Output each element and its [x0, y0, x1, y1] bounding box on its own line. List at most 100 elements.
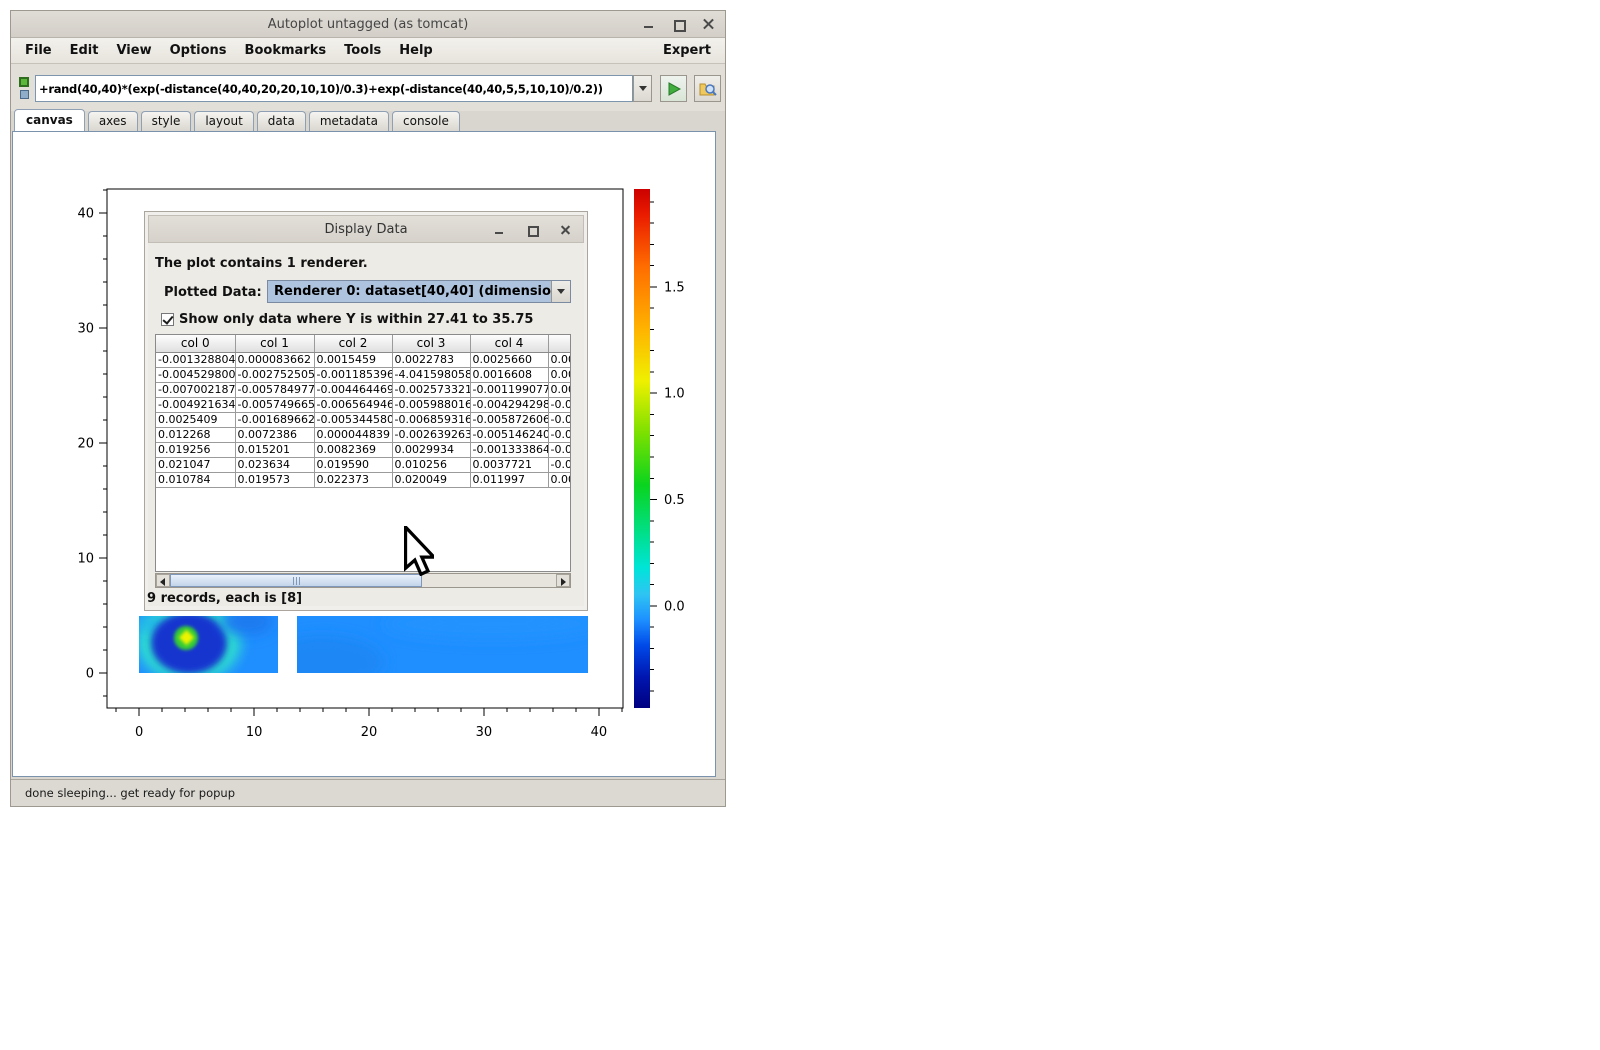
plotted-data-combobox[interactable]: Renderer 0: dataset[40,40] (dimension...: [267, 280, 571, 303]
column-header[interactable]: col 0: [156, 335, 235, 352]
go-button[interactable]: [660, 75, 687, 102]
table-cell[interactable]: 0.010784: [156, 472, 235, 487]
table-row[interactable]: -0.004921634...-0.005749665...-0.0065649…: [156, 397, 571, 412]
inspect-uri-button[interactable]: [694, 75, 721, 102]
menu-file[interactable]: File: [16, 40, 61, 61]
table-cell[interactable]: 0.0037721: [470, 457, 548, 472]
table-cell[interactable]: 0.0029934: [392, 442, 470, 457]
table-cell[interactable]: -0.005344580...: [314, 412, 392, 427]
table-cell[interactable]: -0.0: [548, 397, 571, 412]
table-cell[interactable]: -0.001328804...: [156, 352, 235, 367]
table-cell[interactable]: -0.001689662...: [235, 412, 314, 427]
dialog-minimize-button[interactable]: [494, 225, 505, 236]
table-cell[interactable]: -0.005784977...: [235, 382, 314, 397]
table-row[interactable]: -0.004529800...-0.002752505...-0.0011853…: [156, 367, 571, 382]
table-cell[interactable]: -0.005988016...: [392, 397, 470, 412]
table-cell[interactable]: -0.002752505...: [235, 367, 314, 382]
table-cell[interactable]: -0.004529800...: [156, 367, 235, 382]
table-cell[interactable]: 0.0022783: [392, 352, 470, 367]
menu-view[interactable]: View: [107, 40, 160, 61]
table-cell[interactable]: -0.0: [548, 412, 571, 427]
menu-help[interactable]: Help: [390, 40, 441, 61]
tab-canvas[interactable]: canvas: [14, 109, 85, 131]
table-row[interactable]: -0.001328804...0.0000836620.00154590.002…: [156, 352, 571, 367]
column-header[interactable]: col 2: [314, 335, 392, 352]
tab-style[interactable]: style: [141, 111, 192, 131]
table-cell[interactable]: -0.0: [548, 427, 571, 442]
table-cell[interactable]: -0.007002187...: [156, 382, 235, 397]
table-cell[interactable]: 0.023634: [235, 457, 314, 472]
table-cell[interactable]: 0.019590: [314, 457, 392, 472]
table-cell[interactable]: -0.001185396...: [314, 367, 392, 382]
scrollbar-thumb[interactable]: [170, 574, 422, 587]
table-row[interactable]: 0.0025409-0.001689662...-0.005344580...-…: [156, 412, 571, 427]
table-row[interactable]: -0.007002187...-0.005784977...-0.0044644…: [156, 382, 571, 397]
table-cell[interactable]: -0.006564946...: [314, 397, 392, 412]
horizontal-scrollbar[interactable]: [155, 573, 571, 588]
tab-console[interactable]: console: [392, 111, 460, 131]
table-cell[interactable]: 0.0072386: [235, 427, 314, 442]
table-cell[interactable]: -0.0: [548, 442, 571, 457]
table-row[interactable]: 0.0210470.0236340.0195900.0102560.003772…: [156, 457, 571, 472]
table-row[interactable]: 0.0192560.0152010.00823690.0029934-0.001…: [156, 442, 571, 457]
table-cell[interactable]: 0.000044839: [314, 427, 392, 442]
menu-options[interactable]: Options: [161, 40, 236, 61]
table-cell[interactable]: -0.001199077...: [470, 382, 548, 397]
table-cell[interactable]: 0.0015459: [314, 352, 392, 367]
table-row[interactable]: 0.0122680.00723860.000044839-0.002639263…: [156, 427, 571, 442]
table-cell[interactable]: -0.005146240...: [470, 427, 548, 442]
column-header[interactable]: [548, 335, 571, 352]
column-header[interactable]: col 3: [392, 335, 470, 352]
uri-input[interactable]: [35, 75, 633, 102]
table-cell[interactable]: -0.005749665...: [235, 397, 314, 412]
window-maximize-button[interactable]: [672, 18, 685, 31]
table-cell[interactable]: 0.011997: [470, 472, 548, 487]
table-cell[interactable]: -0.001333864...: [470, 442, 548, 457]
combo-arrow-button[interactable]: [551, 281, 570, 302]
table-cell[interactable]: 0.0025660: [470, 352, 548, 367]
table-cell[interactable]: 0.0082369: [314, 442, 392, 457]
uri-dropdown-button[interactable]: [633, 75, 652, 102]
scroll-right-button[interactable]: [556, 574, 570, 587]
table-cell[interactable]: 0.00: [548, 382, 571, 397]
scroll-left-button[interactable]: [156, 574, 170, 587]
table-cell[interactable]: 0.010256: [392, 457, 470, 472]
tab-data[interactable]: data: [257, 111, 306, 131]
table-cell[interactable]: 0.0016608: [470, 367, 548, 382]
table-cell[interactable]: 0.000083662: [235, 352, 314, 367]
table-cell[interactable]: -0.004294298...: [470, 397, 548, 412]
tab-axes[interactable]: axes: [88, 111, 138, 131]
table-cell[interactable]: 0.019573: [235, 472, 314, 487]
table-cell[interactable]: -0.005872606...: [470, 412, 548, 427]
scrollbar-track[interactable]: [170, 574, 556, 587]
table-cell[interactable]: -4.041598058...: [392, 367, 470, 382]
table-cell[interactable]: 0.0025409: [156, 412, 235, 427]
table-cell[interactable]: 0.00: [548, 367, 571, 382]
table-cell[interactable]: -0.0: [548, 457, 571, 472]
window-minimize-button[interactable]: [642, 18, 655, 31]
y-filter-checkbox[interactable]: [161, 313, 174, 326]
table-cell[interactable]: 0.012268: [156, 427, 235, 442]
table-cell[interactable]: -0.006859316...: [392, 412, 470, 427]
table-cell[interactable]: -0.004464469...: [314, 382, 392, 397]
table-cell[interactable]: -0.002639263...: [392, 427, 470, 442]
menu-edit[interactable]: Edit: [61, 40, 108, 61]
dialog-maximize-button[interactable]: [527, 225, 538, 236]
table-cell[interactable]: 0.015201: [235, 442, 314, 457]
data-table-viewport[interactable]: col 0col 1col 2col 3col 4-0.001328804...…: [155, 334, 571, 572]
tab-layout[interactable]: layout: [194, 111, 253, 131]
menu-bookmarks[interactable]: Bookmarks: [236, 40, 336, 61]
table-cell[interactable]: 0.00: [548, 472, 571, 487]
column-header[interactable]: col 1: [235, 335, 314, 352]
tab-metadata[interactable]: metadata: [309, 111, 389, 131]
table-cell[interactable]: 0.019256: [156, 442, 235, 457]
table-cell[interactable]: -0.004921634...: [156, 397, 235, 412]
menu-tools[interactable]: Tools: [335, 40, 390, 61]
menu-expert[interactable]: Expert: [654, 40, 720, 61]
window-titlebar[interactable]: Autoplot untagged (as tomcat): [11, 11, 725, 38]
table-row[interactable]: 0.0107840.0195730.0223730.0200490.011997…: [156, 472, 571, 487]
dialog-titlebar[interactable]: Display Data: [148, 215, 584, 243]
table-cell[interactable]: 0.021047: [156, 457, 235, 472]
table-cell[interactable]: 0.00: [548, 352, 571, 367]
table-cell[interactable]: 0.022373: [314, 472, 392, 487]
